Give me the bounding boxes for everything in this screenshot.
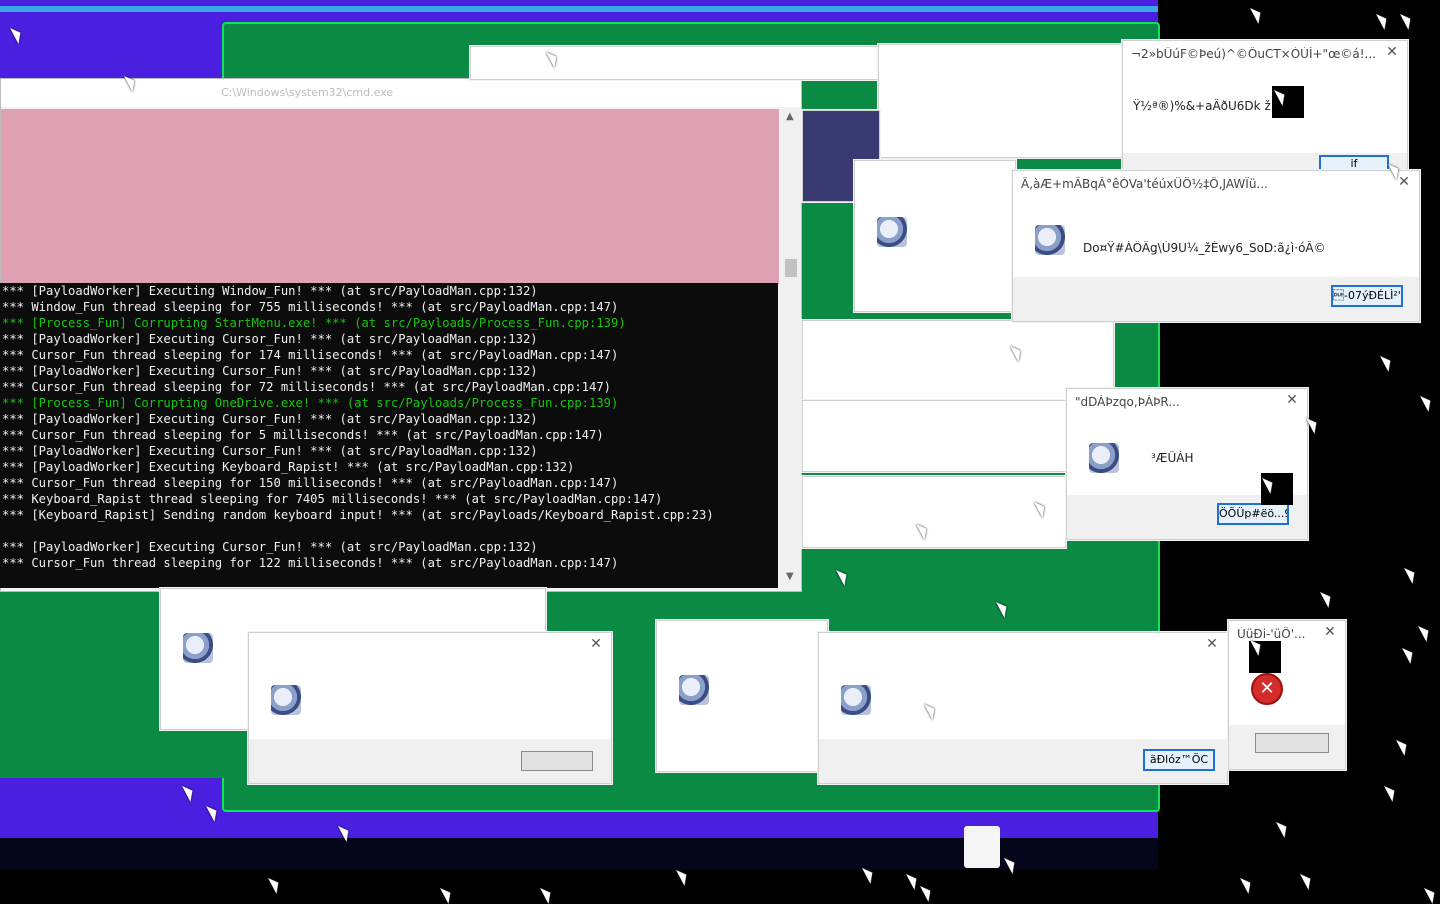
console-scrollbar[interactable]: ▲ ▼ xyxy=(781,109,801,589)
desktop-cyan-edge xyxy=(0,6,1158,12)
close-icon[interactable]: ✕ xyxy=(1285,393,1299,407)
console-line: *** [PayloadWorker] Executing Keyboard_R… xyxy=(2,460,575,474)
dialog-title: ¬2»bÛúF©Þeú)^©ÔuCT×ÒÙÍ+"œ©á!... xyxy=(1131,47,1376,61)
ok-button[interactable]: -07ýÐÉLÌ²'( xyxy=(1331,285,1403,307)
dialog-message: Ÿ½ª®)%&+aÂðU6Dk ž xyxy=(1133,99,1271,113)
console-line: *** Cursor_Fun thread sleeping for 5 mil… xyxy=(2,428,604,442)
console-line: *** Cursor_Fun thread sleeping for 174 m… xyxy=(2,348,619,362)
message-dialog: Ä,àÆ+mÃBqÂ°êÒVa'téúxÜÖ½‡Ö,JAWÏü... ✕ Do¤… xyxy=(1012,170,1420,322)
message-dialog: ¬2»bÛúF©Þeú)^©ÔuCT×ÒÙÍ+"œ©á!... ✕ Ÿ½ª®)%… xyxy=(1122,40,1408,176)
console-line: *** [PayloadWorker] Executing Cursor_Fun… xyxy=(2,444,538,458)
system-info-icon xyxy=(841,685,871,715)
ghost-dialog xyxy=(470,46,880,80)
message-dialog: ✕ xyxy=(248,632,612,784)
dialog-footer xyxy=(1229,725,1345,769)
system-info-icon xyxy=(679,675,709,705)
console-line: *** [Process_Fun] Corrupting OneDrive.ex… xyxy=(2,396,619,410)
console-line: *** [PayloadWorker] Executing Cursor_Fun… xyxy=(2,540,538,554)
ok-button[interactable]: äÐlóz™ÖC xyxy=(1143,749,1215,771)
dialog-message: ³ÆÜÁH xyxy=(1151,451,1194,465)
close-icon[interactable]: ✕ xyxy=(1205,637,1219,651)
console-line: *** Cursor_Fun thread sleeping for 122 m… xyxy=(2,556,619,570)
console-output[interactable]: *** [PayloadWorker] Executing Window_Fun… xyxy=(0,283,778,588)
ok-button[interactable] xyxy=(521,751,593,771)
console-line: *** [Process_Fun] Corrupting StartMenu.e… xyxy=(2,316,626,330)
scroll-down-icon[interactable]: ▼ xyxy=(786,571,794,582)
dialog-title: "dDÁÞzqo,ÞÁÞR... xyxy=(1075,395,1180,409)
dialog-title: Ä,àÆ+mÃBqÂ°êÒVa'téúxÜÖ½‡Ö,JAWÏü... xyxy=(1021,177,1268,191)
console-line: *** [PayloadWorker] Executing Cursor_Fun… xyxy=(2,412,538,426)
console-line: *** Cursor_Fun thread sleeping for 72 mi… xyxy=(2,380,612,394)
ghost-dialog xyxy=(802,476,1066,548)
ghost-dialog xyxy=(878,44,1122,158)
close-icon[interactable]: ✕ xyxy=(589,637,603,651)
console-line: *** Cursor_Fun thread sleeping for 150 m… xyxy=(2,476,619,490)
ok-button[interactable]: ÖÕÜp#ëö...9 xyxy=(1217,503,1289,525)
ghost-dialog xyxy=(854,160,1016,312)
scroll-up-icon[interactable]: ▲ xyxy=(786,111,794,122)
error-dialog: ÙüÐi-'üÖ'... ✕ ✕ xyxy=(1228,620,1346,770)
console-title-bar: C:\Windows\system32\cmd.exe xyxy=(1,79,801,107)
message-dialog: "dDÁÞzqo,ÞÁÞR... ✕ ³ÆÜÁH ÖÕÜp#ëö...9 xyxy=(1066,388,1308,540)
dialog-footer xyxy=(249,739,611,783)
ghost-dialog xyxy=(656,620,828,772)
ok-button[interactable] xyxy=(1255,733,1329,753)
system-info-icon xyxy=(183,633,213,663)
dialog-footer: -07ýÐÉLÌ²'( xyxy=(1013,277,1419,321)
error-icon: ✕ xyxy=(1251,673,1283,705)
dialog-message: Do¤Ÿ#ÁÔÄg\Ù9U¼_žÈwy6_SoD:ã¿ì·óÂ© xyxy=(1083,241,1326,255)
ghost-dialog xyxy=(802,400,1066,472)
console-line: *** Keyboard_Rapist thread sleeping for … xyxy=(2,492,663,506)
dialog-footer: äÐlóz™ÖC xyxy=(819,739,1227,783)
system-info-icon xyxy=(1089,443,1119,473)
system-info-icon xyxy=(1035,225,1065,255)
message-dialog: ✕ äÐlóz™ÖC xyxy=(818,632,1228,784)
console-line: *** [Keyboard_Rapist] Sending random key… xyxy=(2,508,714,522)
console-pink-pane xyxy=(1,109,779,284)
system-info-icon xyxy=(271,685,301,715)
system-info-icon xyxy=(877,217,907,247)
close-icon[interactable]: ✕ xyxy=(1323,625,1337,639)
console-line: *** [PayloadWorker] Executing Window_Fun… xyxy=(2,284,538,298)
console-window-title: C:\Windows\system32\cmd.exe xyxy=(221,86,394,99)
document-file-icon xyxy=(964,826,1000,868)
scroll-thumb[interactable] xyxy=(785,259,797,277)
console-line: *** [PayloadWorker] Executing Cursor_Fun… xyxy=(2,364,538,378)
close-icon[interactable]: ✕ xyxy=(1385,45,1399,59)
console-line: *** [PayloadWorker] Executing Cursor_Fun… xyxy=(2,332,538,346)
console-line: *** Window_Fun thread sleeping for 755 m… xyxy=(2,300,619,314)
